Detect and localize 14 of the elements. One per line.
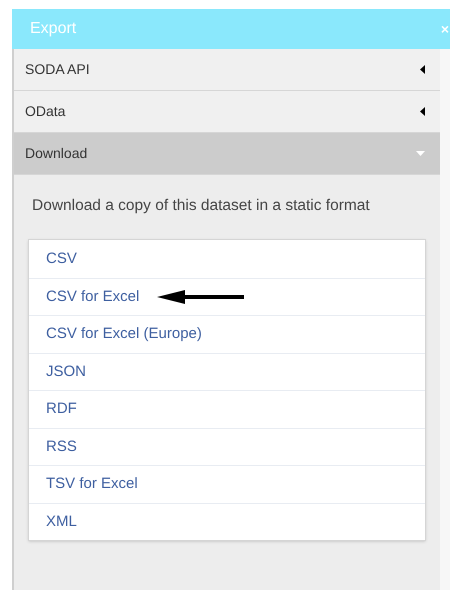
caret-down-icon bbox=[416, 151, 425, 156]
format-link[interactable]: CSV bbox=[46, 248, 77, 270]
panel-title: Export bbox=[29, 19, 76, 39]
format-link[interactable]: TSV for Excel bbox=[46, 473, 138, 496]
accordion-header[interactable]: Download bbox=[14, 133, 440, 175]
format-link[interactable]: JSON bbox=[46, 360, 86, 384]
download-description: Download a copy of this dataset in a static format bbox=[31, 196, 371, 216]
caret-left-icon bbox=[420, 107, 425, 116]
format-link[interactable]: CSV for Excel bbox=[46, 286, 140, 308]
caret-left-icon bbox=[420, 65, 425, 74]
format-link[interactable]: CSV for Excel (Europe) bbox=[46, 323, 202, 346]
format-link[interactable]: RDF bbox=[46, 398, 77, 421]
format-link[interactable]: XML bbox=[46, 510, 77, 534]
format-link[interactable]: RSS bbox=[46, 436, 77, 458]
